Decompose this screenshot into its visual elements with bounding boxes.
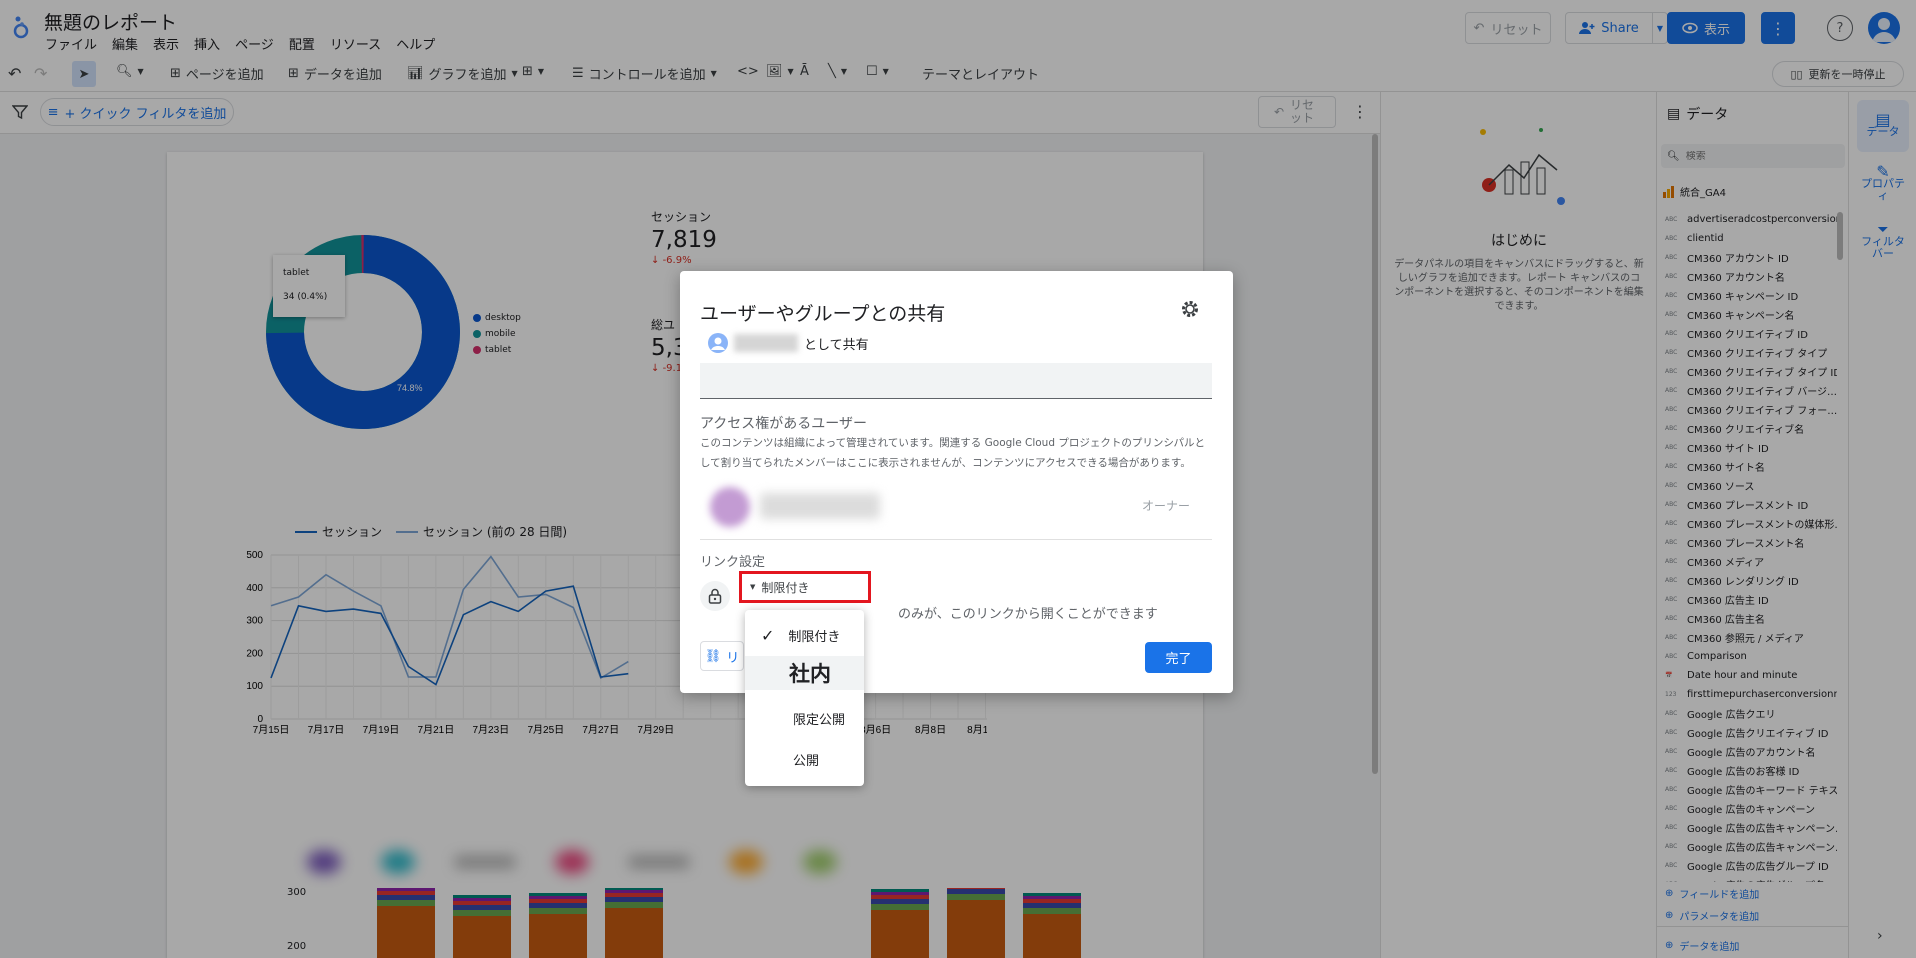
link-access-select[interactable]: ▼ 制限付き bbox=[739, 571, 871, 603]
access-section-title: アクセス権があるユーザー bbox=[700, 416, 868, 432]
owner-row: オーナー bbox=[700, 481, 1212, 533]
option-label: 公開 bbox=[793, 753, 820, 769]
copy-link-label: リ bbox=[726, 650, 740, 666]
link-icon: ⛓ bbox=[704, 648, 722, 664]
gear-icon[interactable] bbox=[1180, 299, 1200, 319]
link-settings-title: リンク設定 bbox=[700, 555, 766, 570]
share-as-row: として共有 bbox=[708, 333, 869, 353]
owner-role-label: オーナー bbox=[1141, 499, 1190, 513]
done-button[interactable]: 完了 bbox=[1145, 642, 1212, 673]
lock-badge bbox=[700, 581, 730, 611]
redacted-email bbox=[734, 334, 798, 352]
app-root: 無題のレポート ファイル 編集 表示 挿入 ページ 配置 リソース ヘルプ ↶ … bbox=[0, 0, 1916, 958]
lock-icon bbox=[708, 588, 722, 604]
link-access-description: のみが、このリンクから開くことができます bbox=[898, 607, 1158, 622]
option-restricted[interactable]: ✓ 制限付き bbox=[745, 618, 864, 652]
copy-link-button[interactable]: ⛓ リ bbox=[700, 641, 744, 671]
owner-avatar bbox=[710, 487, 750, 527]
option-label: 限定公開 bbox=[793, 712, 846, 728]
section-divider bbox=[700, 539, 1212, 540]
option-label: 制限付き bbox=[788, 629, 841, 645]
option-internal[interactable]: 社内 bbox=[745, 656, 864, 690]
check-icon: ✓ bbox=[761, 625, 775, 645]
access-description: このコンテンツは組織によって管理されています。関連する Google Cloud… bbox=[700, 437, 1206, 469]
link-access-dropdown: ✓ 制限付き 社内 限定公開 公開 bbox=[745, 610, 864, 786]
link-access-value: 制限付き bbox=[761, 580, 810, 595]
option-label: 社内 bbox=[789, 662, 831, 686]
add-people-input[interactable] bbox=[700, 363, 1212, 399]
caret-down-icon: ▼ bbox=[750, 583, 756, 591]
dialog-title: ユーザーやグループとの共有 bbox=[700, 303, 946, 325]
share-as-label: として共有 bbox=[804, 337, 869, 353]
user-avatar-icon bbox=[708, 333, 728, 353]
option-limited-public[interactable]: 限定公開 bbox=[745, 701, 864, 735]
option-public[interactable]: 公開 bbox=[745, 742, 864, 776]
redacted-owner-name bbox=[760, 493, 880, 519]
